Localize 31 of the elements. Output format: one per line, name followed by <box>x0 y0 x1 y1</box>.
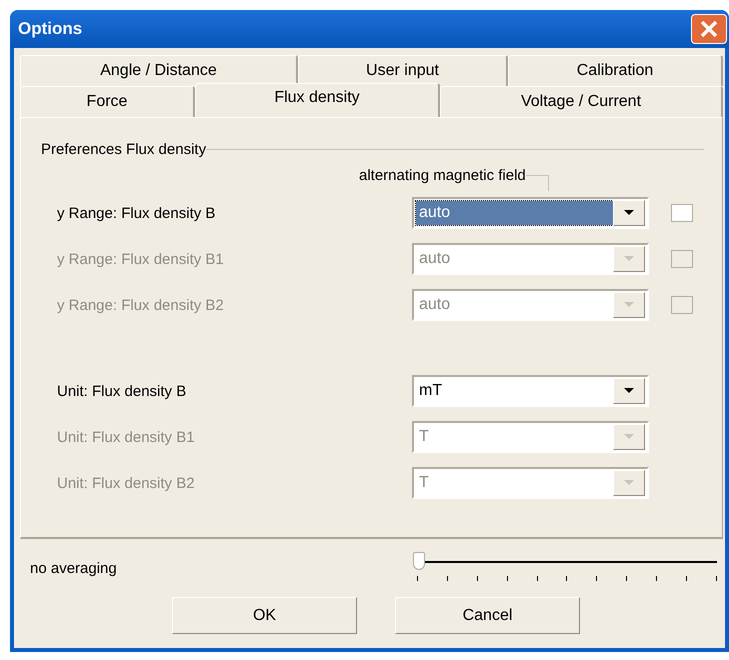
dialog-button[interactable]: OK <box>172 597 357 634</box>
column-header: alternating magnetic field <box>359 166 526 184</box>
field-label: Unit: Flux density B1 <box>57 428 196 446</box>
tab[interactable]: User input <box>298 55 508 86</box>
dropdown-value: auto <box>418 249 452 269</box>
field-label: y Range: Flux density B <box>57 204 216 222</box>
close-icon <box>698 18 720 40</box>
dropdown-value: auto <box>418 295 452 315</box>
tab[interactable]: Flux density <box>195 83 440 117</box>
field-label: y Range: Flux density B2 <box>57 296 225 314</box>
field-label: Unit: Flux density B <box>57 382 188 400</box>
slider-thumb[interactable] <box>413 552 425 570</box>
field-label: y Range: Flux density B1 <box>57 250 225 268</box>
window-title: Options <box>18 19 82 39</box>
close-button[interactable] <box>691 14 727 44</box>
leader-line <box>526 174 549 190</box>
dropdown-value: T <box>418 473 430 493</box>
tab[interactable]: Calibration <box>508 55 723 86</box>
dialog-button[interactable]: Cancel <box>395 597 580 634</box>
group-title: Preferences Flux density <box>41 140 206 158</box>
dropdown-value: mT <box>418 381 444 401</box>
dropdown[interactable]: mT <box>412 375 649 407</box>
tab[interactable]: Angle / Distance <box>20 55 298 86</box>
dropdown-value: T <box>418 427 430 447</box>
field-label: Unit: Flux density B2 <box>57 474 196 492</box>
tab[interactable]: Voltage / Current <box>440 86 723 117</box>
tab[interactable]: Force <box>20 86 195 117</box>
checkbox[interactable] <box>671 204 693 222</box>
dropdown-value: auto <box>416 201 613 225</box>
slider-label: no averaging <box>30 560 118 576</box>
dropdown[interactable]: auto <box>412 197 649 229</box>
